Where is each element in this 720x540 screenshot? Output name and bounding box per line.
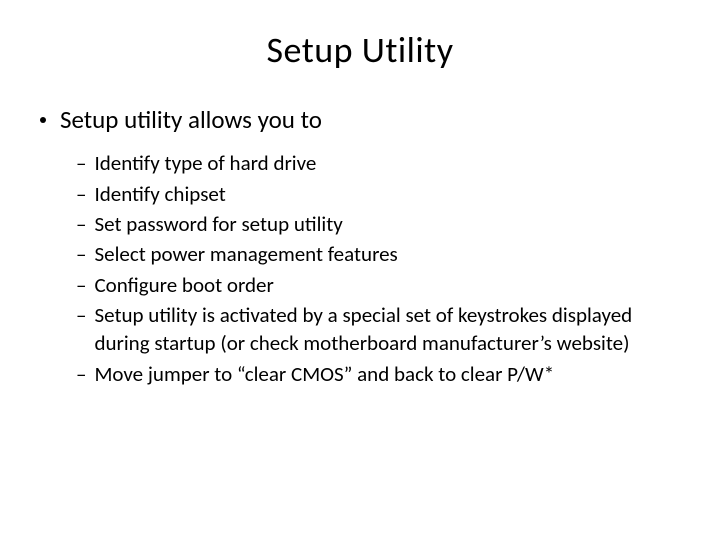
dash-icon: – <box>76 180 86 208</box>
sub-item-text: Set password for setup utility <box>94 210 342 238</box>
bullet-icon <box>40 117 46 123</box>
sub-item-text: Move jumper to “clear CMOS” and back to … <box>94 360 554 388</box>
dash-icon: – <box>76 271 86 299</box>
dash-icon: – <box>76 149 86 177</box>
list-item: – Move jumper to “clear CMOS” and back t… <box>76 360 680 388</box>
sub-item-text: Identify chipset <box>94 180 225 208</box>
list-item: – Identify chipset <box>76 180 680 208</box>
dash-icon: – <box>76 301 86 329</box>
sub-item-text: Setup utility is activated by a special … <box>94 301 674 358</box>
dash-icon: – <box>76 240 86 268</box>
list-item: – Setup utility is activated by a specia… <box>76 301 680 358</box>
sub-item-text: Configure boot order <box>94 271 273 299</box>
sub-item-text: Select power management features <box>94 240 397 268</box>
dash-icon: – <box>76 360 86 388</box>
list-item: – Configure boot order <box>76 271 680 299</box>
slide-title: Setup Utility <box>40 28 680 72</box>
list-item: – Identify type of hard drive <box>76 149 680 177</box>
list-item: – Select power management features <box>76 240 680 268</box>
sub-item-text: Identify type of hard drive <box>94 149 316 177</box>
main-bullet: Setup utility allows you to <box>40 104 680 135</box>
dash-icon: – <box>76 210 86 238</box>
list-item: – Set password for setup utility <box>76 210 680 238</box>
sub-bullet-list: – Identify type of hard drive – Identify… <box>76 149 680 388</box>
main-bullet-text: Setup utility allows you to <box>60 104 322 135</box>
